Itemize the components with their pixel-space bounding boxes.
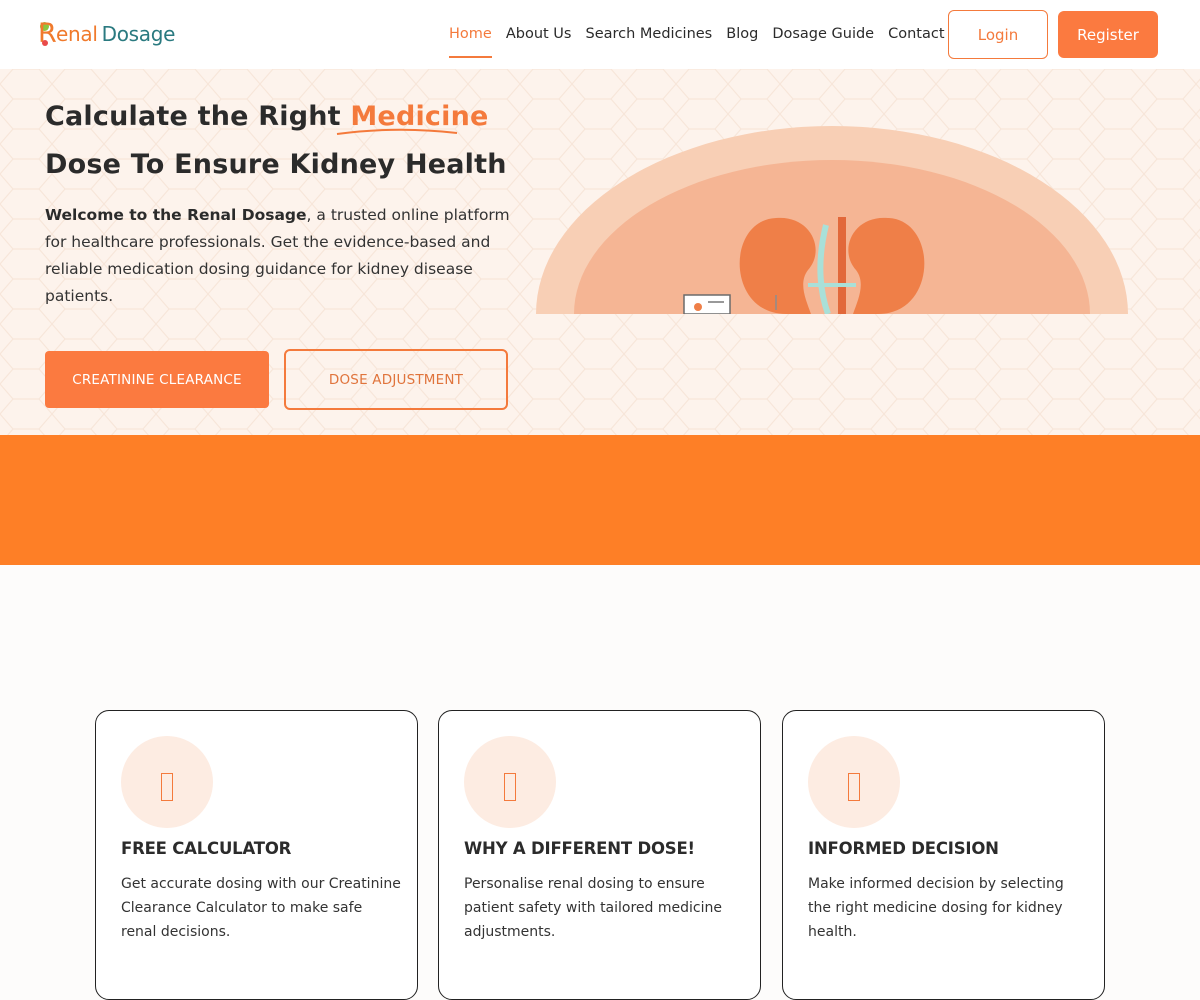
decision-icon (808, 736, 900, 828)
renal-dosage-logo-icon: R (38, 18, 57, 49)
feature-title: INFORMED DECISION (808, 839, 999, 858)
nav-about-us[interactable]: About Us (506, 0, 572, 69)
nav-blog[interactable]: Blog (726, 0, 758, 69)
main-nav: Home About Us Search Medicines Blog Dosa… (449, 0, 981, 69)
site-header: R enal Dosage Home About Us Search Medic… (0, 0, 1200, 69)
feature-title: FREE CALCULATOR (121, 839, 292, 858)
nav-home[interactable]: Home (449, 0, 492, 69)
feature-title: WHY A DIFFERENT DOSE! (464, 839, 695, 858)
kidney-illustration (536, 126, 1128, 314)
calculator-icon (121, 736, 213, 828)
feature-card: WHY A DIFFERENT DOSE! Personalise renal … (438, 710, 761, 1000)
hero-section: Calculate the Right Medicine Dose To Ens… (0, 69, 1200, 435)
login-button[interactable]: Login (948, 10, 1048, 59)
logo-text-secondary: Dosage (101, 22, 176, 46)
nav-dosage-guide[interactable]: Dosage Guide (772, 0, 874, 69)
underline-swoosh (336, 128, 458, 135)
dose-icon (464, 736, 556, 828)
hero-heading: Calculate the Right Medicine Dose To Ens… (45, 101, 507, 180)
feature-text: Get accurate dosing with our Creatinine … (121, 876, 401, 940)
register-button[interactable]: Register (1058, 11, 1158, 58)
feature-text: Make informed decision by selecting the … (808, 876, 1064, 940)
dose-adjustment-button[interactable]: DOSE ADJUSTMENT (284, 349, 508, 410)
logo[interactable]: R enal Dosage (38, 16, 175, 52)
feature-text: Personalise renal dosing to ensure patie… (464, 876, 722, 940)
feature-card: INFORMED DECISION Make informed decision… (782, 710, 1105, 1000)
orange-band (0, 435, 1200, 565)
feature-card: FREE CALCULATOR Get accurate dosing with… (95, 710, 418, 1000)
hero-description: Welcome to the Renal Dosage, a trusted o… (45, 206, 510, 305)
creatinine-clearance-button[interactable]: CREATININE CLEARANCE (45, 351, 269, 408)
nav-search-medicines[interactable]: Search Medicines (585, 0, 712, 69)
